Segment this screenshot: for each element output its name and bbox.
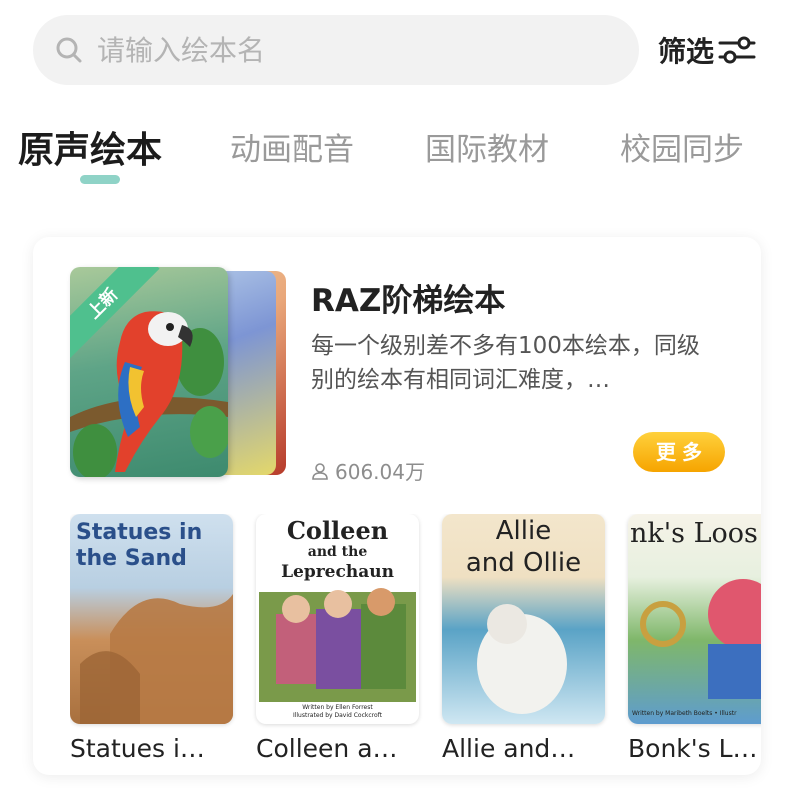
book-cover: Allie and Ollie bbox=[442, 514, 605, 724]
leprechaun-illustration bbox=[259, 588, 416, 702]
filter-sliders-icon bbox=[718, 36, 756, 64]
search-bar[interactable] bbox=[33, 15, 639, 85]
read-count-value: 606.04万 bbox=[335, 460, 425, 484]
book-cover: Statues in the Sand bbox=[70, 514, 233, 724]
filter-button[interactable]: 筛选 bbox=[658, 28, 756, 72]
read-count: 606.04万 bbox=[311, 456, 425, 485]
tab-international-textbook[interactable]: 国际教材 bbox=[425, 124, 549, 169]
search-icon bbox=[56, 37, 82, 63]
bonk-character-illustration bbox=[640, 579, 761, 699]
cover-credit-author: Written by Ellen Forrest bbox=[302, 704, 373, 711]
tab-active-indicator bbox=[80, 175, 120, 184]
series-card[interactable]: 上新 RAZ阶梯绘本 每一个级别差不多有100本绘本，同级别的绘本有相同词汇难度… bbox=[33, 237, 761, 775]
book-item[interactable]: Colleen and the Leprechaun Written by El… bbox=[256, 514, 419, 763]
book-list[interactable]: Statues in the Sand Statues i… Colleen a… bbox=[70, 514, 761, 769]
toy-bear-illustration bbox=[477, 604, 567, 714]
tab-animation-dubbing[interactable]: 动画配音 bbox=[230, 124, 354, 169]
book-title: Bonk's L… bbox=[628, 734, 758, 763]
sand-statue-illustration bbox=[80, 594, 233, 724]
user-icon bbox=[312, 462, 328, 480]
book-item[interactable]: Allie and Ollie Allie and… bbox=[442, 514, 605, 763]
book-title: Statues i… bbox=[70, 734, 205, 763]
book-title: Allie and… bbox=[442, 734, 576, 763]
series-cover-image: 上新 bbox=[70, 267, 228, 477]
series-cover-stack[interactable]: 上新 bbox=[70, 267, 292, 479]
series-title: RAZ阶梯绘本 bbox=[311, 283, 506, 319]
filter-label: 筛选 bbox=[658, 35, 715, 68]
more-button[interactable]: 更多 bbox=[633, 432, 725, 472]
cover-credit: Written by Maribeth Boelts • Illustr bbox=[632, 710, 737, 717]
search-input[interactable] bbox=[97, 33, 577, 67]
book-cover: Colleen and the Leprechaun Written by El… bbox=[256, 514, 419, 724]
cover-credit-illustrator: Illustrated by David Cockcroft bbox=[292, 712, 383, 719]
tab-original-audio[interactable]: 原声绘本 bbox=[18, 121, 162, 173]
book-item[interactable]: Statues in the Sand Statues i… bbox=[70, 514, 233, 763]
book-title: Colleen a… bbox=[256, 734, 398, 763]
book-item[interactable]: nk's Loos Written by Maribeth Boelts • I… bbox=[628, 514, 761, 763]
book-cover: nk's Loos Written by Maribeth Boelts • I… bbox=[628, 514, 761, 724]
tab-school-sync[interactable]: 校园同步 bbox=[620, 124, 744, 169]
series-description: 每一个级别差不多有100本绘本，同级别的绘本有相同词汇难度，… bbox=[311, 333, 700, 393]
